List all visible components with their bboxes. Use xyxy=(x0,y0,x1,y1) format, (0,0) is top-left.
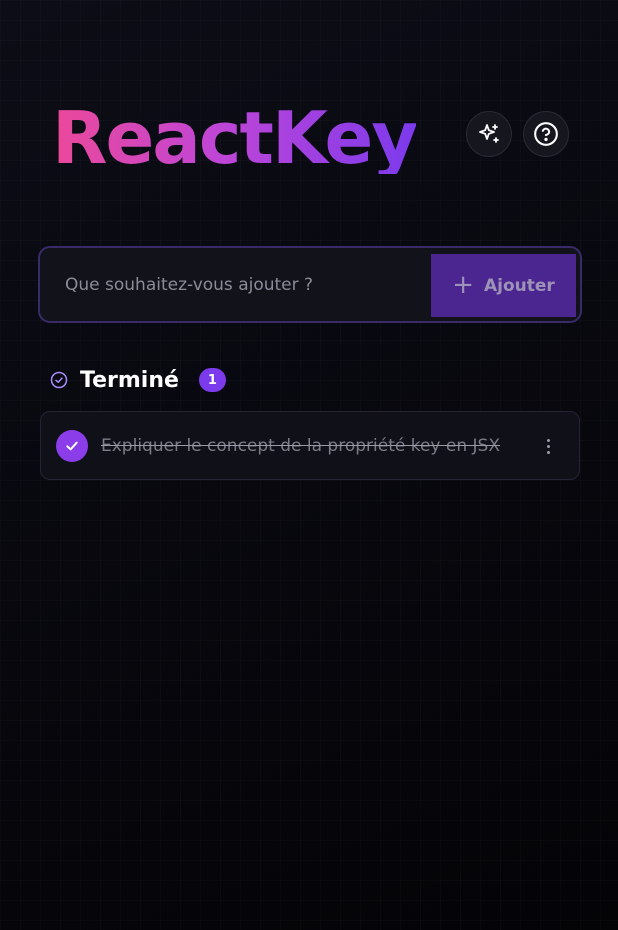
sparkles-icon xyxy=(479,124,499,143)
checkmark-icon xyxy=(66,441,78,451)
add-button[interactable]: + Ajouter xyxy=(431,254,576,317)
completed-section-header: Terminé 1 xyxy=(50,366,226,394)
help-circle-icon xyxy=(534,122,558,146)
task-checkbox[interactable] xyxy=(56,430,88,462)
check-circle-icon xyxy=(50,371,68,389)
task-input[interactable] xyxy=(40,248,430,321)
task-item[interactable]: Expliquer le concept de la propriété key… xyxy=(40,411,580,480)
plus-icon: + xyxy=(452,269,474,300)
task-text: Expliquer le concept de la propriété key… xyxy=(101,436,500,456)
help-button[interactable] xyxy=(523,111,569,157)
count-badge: 1 xyxy=(198,368,226,392)
app-logo: ReactKey xyxy=(52,96,418,180)
add-button-label: Ajouter xyxy=(483,275,555,296)
sparkles-button[interactable] xyxy=(466,111,512,157)
task-menu-button[interactable] xyxy=(541,435,555,457)
more-vertical-icon xyxy=(546,438,550,442)
section-title: Terminé xyxy=(80,367,179,393)
app-header: ReactKey xyxy=(52,96,570,186)
add-task-form: + Ajouter xyxy=(38,246,582,323)
